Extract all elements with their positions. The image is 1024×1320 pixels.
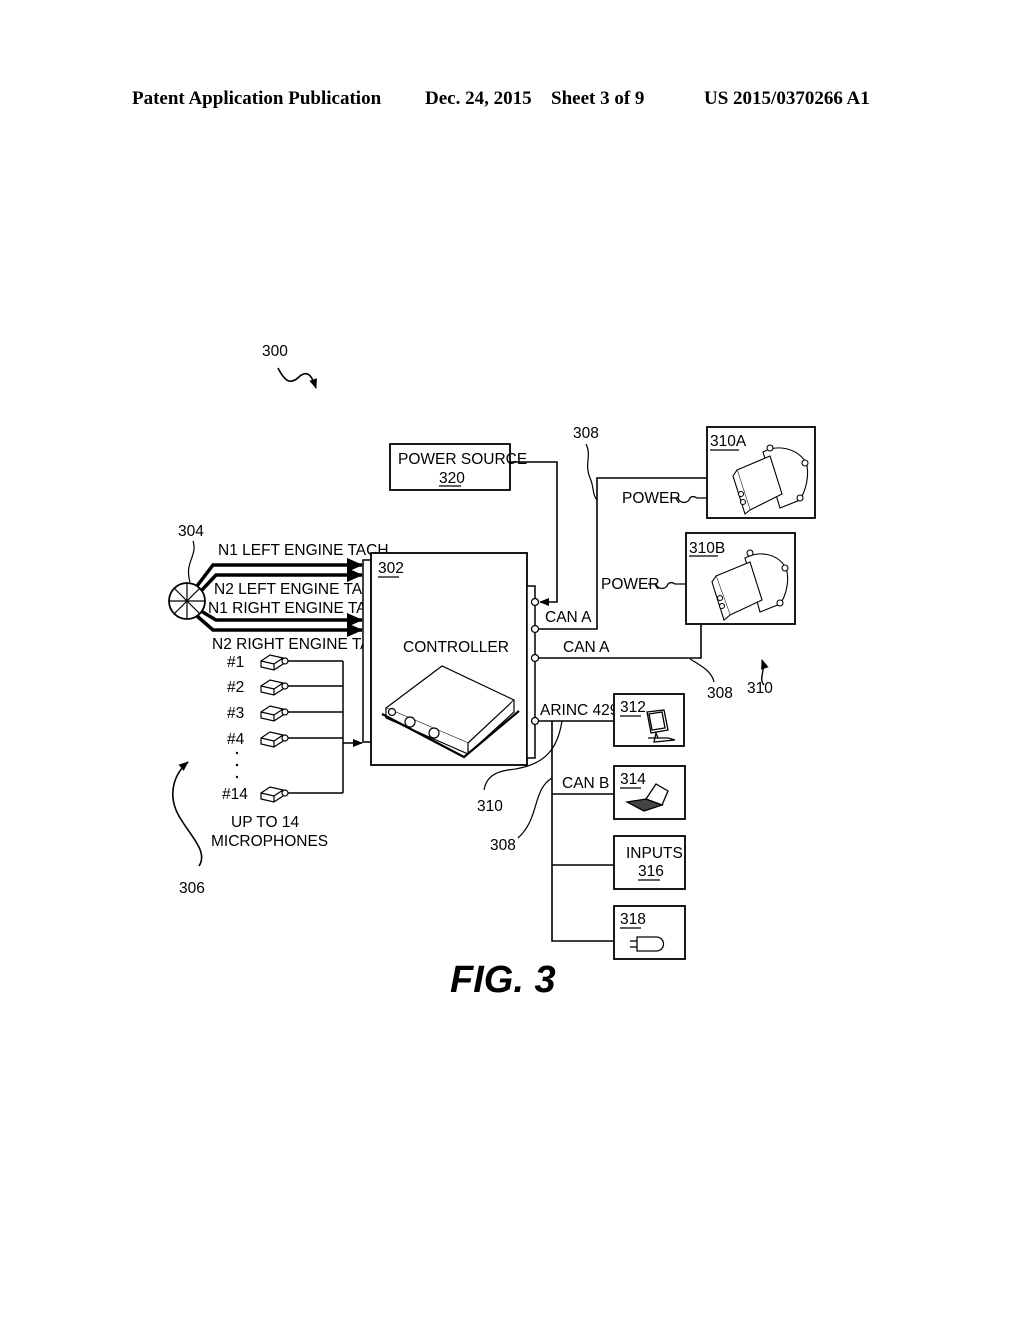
mic-ellipsis <box>235 751 239 779</box>
can-a-label-2: CAN A <box>563 639 610 656</box>
mic-4: #4 <box>227 731 343 748</box>
arinc-can-b-bus <box>538 720 614 942</box>
ref-312-label: 312 <box>620 699 646 716</box>
figure-title: FIG. 3 <box>450 959 556 1001</box>
power-source-label: POWER SOURCE <box>398 451 527 468</box>
ref-310a-label: 310A <box>710 433 747 450</box>
microphone-icon <box>260 679 284 696</box>
device-314-laptop: 314 <box>613 765 686 820</box>
ref-308-right: 308 <box>707 685 733 702</box>
ref-310-bottom: 310 <box>477 798 503 815</box>
ref-300-label: 300 <box>262 343 288 360</box>
ref-310-group-label: 310 <box>747 680 773 697</box>
mic-1-label: #1 <box>227 654 244 671</box>
ref-320-label: 320 <box>439 470 465 487</box>
device-316-inputs: INPUTS 316 <box>613 835 686 890</box>
ref-308-top-leader <box>585 443 598 501</box>
mic-caption-2: MICROPHONES <box>211 833 328 850</box>
can-b-label: CAN B <box>562 775 609 792</box>
ref-306-label: 306 <box>179 880 205 897</box>
controller-right-connector <box>526 585 536 759</box>
mic-3-label: #3 <box>227 705 244 722</box>
mic-14-label: #14 <box>222 786 248 803</box>
controller-label: CONTROLLER <box>403 639 509 656</box>
n1-right-label: N1 RIGHT ENGINE TACH <box>208 600 389 617</box>
ref-306-arrow <box>172 761 203 867</box>
controller-left-connector <box>362 559 372 743</box>
controller-302: 302 CONTROLLER <box>362 552 540 766</box>
actuator-310a: 310A POWER <box>622 426 816 519</box>
microphone-icon <box>260 654 284 671</box>
n2-right-line <box>195 614 363 637</box>
ref-308-top: 308 <box>573 425 599 442</box>
ref-304-leader <box>188 540 195 583</box>
mic-4-label: #4 <box>227 731 245 748</box>
figure-3-diagram: 300 304 N1 LEFT ENGINE TACH N2 LEFT ENGI… <box>168 343 816 1001</box>
can-a-label-1: CAN A <box>545 609 592 626</box>
microphone-icon <box>260 731 284 748</box>
port-can-a-1 <box>530 624 540 634</box>
mic-2-label: #2 <box>227 679 244 696</box>
mic-2: #2 <box>227 679 343 696</box>
mic-caption-1: UP TO 14 <box>231 814 299 831</box>
device-312-display: 312 <box>613 693 685 747</box>
microphones: #1 #2 #3 #4 #14 UP TO 14 MICROPHONES 306 <box>172 654 363 897</box>
actuator-310b: 310B POWER <box>601 532 796 625</box>
mic-1: #1 <box>227 654 343 671</box>
ref-310b-label: 310B <box>689 540 725 557</box>
microphone-icon <box>260 786 284 803</box>
mic-3: #3 <box>227 705 343 722</box>
port-arinc <box>530 716 540 726</box>
system-ref-300: 300 <box>262 343 317 389</box>
port-can-a-2 <box>530 653 540 663</box>
port-can-a-in <box>530 597 540 607</box>
inputs-label: INPUTS <box>626 845 683 862</box>
ref-308-bottom: 308 <box>490 837 516 854</box>
device-318-light: 318 <box>613 905 686 960</box>
n1-left-label: N1 LEFT ENGINE TACH <box>218 542 389 559</box>
ref-304-label: 304 <box>178 523 204 540</box>
can-b-trunk <box>551 721 614 942</box>
ref-318-label: 318 <box>620 911 646 928</box>
ref-308-right-leader <box>689 658 715 683</box>
ref-316-label: 316 <box>638 863 664 880</box>
ref-300-arrow <box>277 367 317 389</box>
ref-308-bottom-leader <box>517 777 553 839</box>
ref-302-label: 302 <box>378 560 404 577</box>
n2-left-label: N2 LEFT ENGINE TACH <box>214 581 385 598</box>
mic-14: #14 <box>222 786 343 803</box>
arinc-label: ARINC 429 <box>540 702 618 719</box>
ref-314-label: 314 <box>620 771 646 788</box>
microphone-icon <box>260 705 284 722</box>
tach-sensor: 304 <box>168 523 206 620</box>
